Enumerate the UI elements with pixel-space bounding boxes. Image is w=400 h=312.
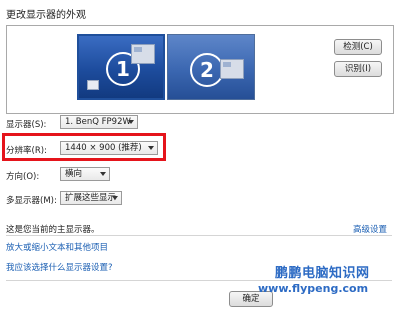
page-title: 更改显示器的外观 — [6, 10, 86, 21]
identify-button[interactable]: 识别(I) — [334, 61, 382, 77]
text-size-link[interactable]: 放大或缩小文本和其他项目 — [6, 241, 108, 253]
divider — [6, 235, 392, 236]
window-icon — [131, 44, 155, 64]
monitor-1[interactable]: 1 — [77, 34, 165, 100]
monitor-preview: 1 2 检测(C) 识别(I) — [6, 25, 394, 114]
detect-button[interactable]: 检测(C) — [334, 39, 382, 55]
taskbar-icon — [87, 80, 99, 90]
window-icon — [220, 59, 244, 79]
watermark-url: www.flypeng.com — [258, 282, 369, 295]
display-settings-help-link[interactable]: 我应该选择什么显示器设置? — [6, 261, 113, 273]
multiple-displays-select[interactable]: 扩展这些显示 — [60, 191, 122, 205]
chevron-down-icon — [100, 172, 106, 176]
resolution-select-value: 1440 × 900 (推荐) — [65, 143, 142, 153]
monitor-number-2: 2 — [190, 53, 224, 87]
orientation-select[interactable]: 横向 — [60, 167, 110, 181]
chevron-down-icon — [148, 146, 154, 150]
multiple-displays-label: 多显示器(M): — [6, 196, 57, 206]
monitor-2[interactable]: 2 — [167, 34, 255, 100]
display-select-value: 1. BenQ FP92W — [65, 117, 131, 127]
orientation-select-value: 横向 — [65, 169, 83, 179]
status-text: 这是您当前的主显示器。 — [6, 225, 100, 235]
watermark-title: 鹏鹏电脑知识网 — [275, 266, 370, 281]
resolution-label: 分辨率(R): — [6, 146, 47, 156]
chevron-down-icon — [128, 120, 134, 124]
resolution-select[interactable]: 1440 × 900 (推荐) — [60, 141, 158, 155]
chevron-down-icon — [112, 196, 118, 200]
orientation-label: 方向(O): — [6, 172, 40, 182]
advanced-settings-link[interactable]: 高级设置 — [353, 223, 387, 235]
display-select[interactable]: 1. BenQ FP92W — [60, 115, 138, 129]
multiple-displays-select-value: 扩展这些显示 — [65, 193, 117, 203]
display-label: 显示器(S): — [6, 120, 47, 130]
